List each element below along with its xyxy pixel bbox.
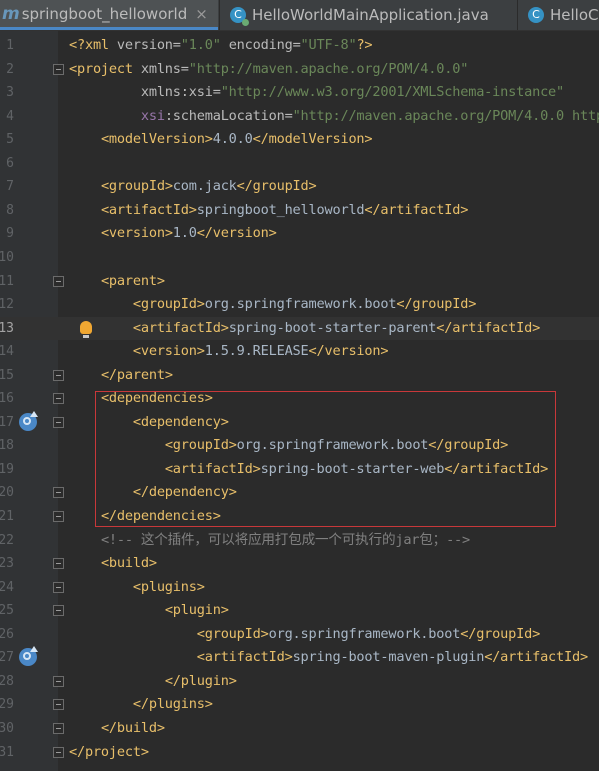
code-line[interactable]: <artifactId>spring-boot-starter-parent</… bbox=[69, 317, 540, 340]
line-number: 8 bbox=[6, 202, 14, 218]
fold-end-icon[interactable] bbox=[53, 511, 64, 522]
line-number: 24 bbox=[0, 579, 14, 595]
fold-end-icon[interactable] bbox=[53, 369, 64, 381]
code-line[interactable]: <dependencies> bbox=[69, 387, 213, 410]
tab-helloc[interactable]: C HelloC bbox=[518, 0, 599, 30]
tab-label: HelloWorldMainApplication.java bbox=[252, 6, 489, 24]
fold-collapse-icon[interactable] bbox=[53, 558, 64, 570]
code-line[interactable]: xmlns:xsi="http://www.w3.org/2001/XMLSch… bbox=[69, 81, 564, 104]
fold-end-icon[interactable] bbox=[53, 675, 64, 687]
intention-bulb-icon[interactable] bbox=[80, 320, 92, 338]
line-number: 19 bbox=[0, 461, 14, 477]
tab-label: HelloC bbox=[550, 6, 599, 24]
code-line[interactable]: </dependencies> bbox=[69, 505, 221, 528]
line-number: 10 bbox=[0, 249, 14, 265]
line-number: 21 bbox=[0, 509, 14, 524]
line-number: 25 bbox=[0, 603, 14, 619]
code-line[interactable]: <modelVersion>4.0.0</modelVersion> bbox=[69, 128, 373, 151]
fold-collapse-icon[interactable] bbox=[53, 393, 64, 405]
code-line[interactable]: <parent> bbox=[69, 270, 165, 293]
code-line[interactable]: <version>1.0</version> bbox=[69, 222, 277, 245]
tab-springboot-helloworld[interactable]: m springboot_helloworld × bbox=[0, 0, 218, 30]
code-line[interactable]: <artifactId>springboot_helloworld</artif… bbox=[69, 199, 468, 222]
fold-end-icon[interactable] bbox=[53, 699, 64, 711]
code-line[interactable]: </plugin> bbox=[69, 670, 237, 693]
fold-end-icon[interactable] bbox=[53, 722, 64, 734]
code-line[interactable]: <version>1.5.9.RELEASE</version> bbox=[69, 340, 389, 363]
close-icon[interactable]: × bbox=[195, 5, 208, 23]
fold-collapse-icon[interactable] bbox=[53, 416, 64, 428]
line-number: 13 bbox=[0, 320, 14, 336]
maven-m-icon: m bbox=[2, 3, 20, 24]
line-number: 3 bbox=[6, 85, 14, 101]
fold-end-icon[interactable] bbox=[53, 746, 64, 758]
code-line[interactable]: <groupId>org.springframework.boot</group… bbox=[69, 434, 509, 457]
line-number: 12 bbox=[0, 297, 14, 313]
line-number: 15 bbox=[0, 367, 14, 383]
line-number: 1 bbox=[6, 38, 14, 53]
code-line[interactable]: <groupId>org.springframework.boot</group… bbox=[69, 623, 541, 646]
fold-collapse-icon[interactable] bbox=[53, 605, 64, 617]
code-line[interactable]: <artifactId>spring-boot-starter-web</art… bbox=[69, 458, 548, 481]
code-line[interactable]: xsi:schemaLocation="http://maven.apache.… bbox=[69, 105, 599, 128]
line-number: 5 bbox=[6, 132, 14, 148]
code-line[interactable]: <plugin> bbox=[69, 599, 229, 622]
line-number: 28 bbox=[0, 673, 14, 689]
line-number: 27 bbox=[0, 650, 14, 666]
fold-collapse-icon[interactable] bbox=[53, 63, 64, 75]
java-class-run-icon: C bbox=[230, 7, 249, 26]
line-number: 23 bbox=[0, 556, 14, 572]
line-number: 29 bbox=[0, 697, 14, 713]
code-line[interactable]: <groupId>com.jack</groupId> bbox=[69, 175, 317, 198]
code-line[interactable]: <?xml version="1.0" encoding="UTF-8"?> bbox=[69, 34, 373, 57]
tab-helloworldmainapplication[interactable]: C HelloWorldMainApplication.java bbox=[220, 0, 516, 30]
line-number: 7 bbox=[6, 179, 14, 195]
line-number: 16 bbox=[0, 391, 14, 407]
code-line[interactable]: <!-- 这个插件，可以将应用打包成一个可执行的jar包；--> bbox=[69, 529, 470, 552]
code-line[interactable]: <groupId>org.springframework.boot</group… bbox=[69, 293, 477, 316]
code-line[interactable]: </parent> bbox=[69, 364, 173, 387]
code-line[interactable]: <plugins> bbox=[69, 576, 205, 599]
line-number: 9 bbox=[6, 226, 14, 242]
maven-overrides-icon[interactable] bbox=[19, 410, 38, 431]
code-line[interactable]: <build> bbox=[69, 552, 157, 575]
fold-collapse-icon[interactable] bbox=[53, 275, 64, 287]
line-number: 6 bbox=[6, 155, 14, 171]
line-number: 17 bbox=[0, 414, 14, 430]
line-number: 30 bbox=[0, 720, 14, 736]
line-number: 14 bbox=[0, 344, 14, 360]
code-line[interactable]: </plugins> bbox=[69, 693, 213, 716]
code-line[interactable]: <artifactId>spring-boot-maven-plugin</ar… bbox=[69, 646, 588, 669]
line-number: 26 bbox=[0, 626, 14, 642]
fold-end-icon[interactable] bbox=[53, 487, 64, 499]
code-line[interactable]: <dependency> bbox=[69, 411, 229, 434]
code-line[interactable]: </dependency> bbox=[69, 481, 237, 504]
line-number: 20 bbox=[0, 485, 14, 501]
line-number: 11 bbox=[0, 273, 14, 289]
java-class-icon: C bbox=[528, 7, 544, 23]
line-number: 2 bbox=[6, 61, 14, 77]
line-number: 22 bbox=[0, 532, 14, 548]
line-number: 4 bbox=[6, 108, 14, 124]
editor-tab-bar: m springboot_helloworld × C HelloWorldMa… bbox=[0, 0, 599, 31]
fold-collapse-icon[interactable] bbox=[53, 581, 64, 593]
tab-label: springboot_helloworld bbox=[21, 4, 188, 23]
line-number: 18 bbox=[0, 438, 14, 454]
code-line[interactable]: </build> bbox=[69, 717, 165, 740]
code-line[interactable]: <project xmlns="http://maven.apache.org/… bbox=[69, 58, 468, 81]
code-line[interactable]: </project> bbox=[69, 741, 149, 764]
line-number: 31 bbox=[0, 744, 14, 760]
